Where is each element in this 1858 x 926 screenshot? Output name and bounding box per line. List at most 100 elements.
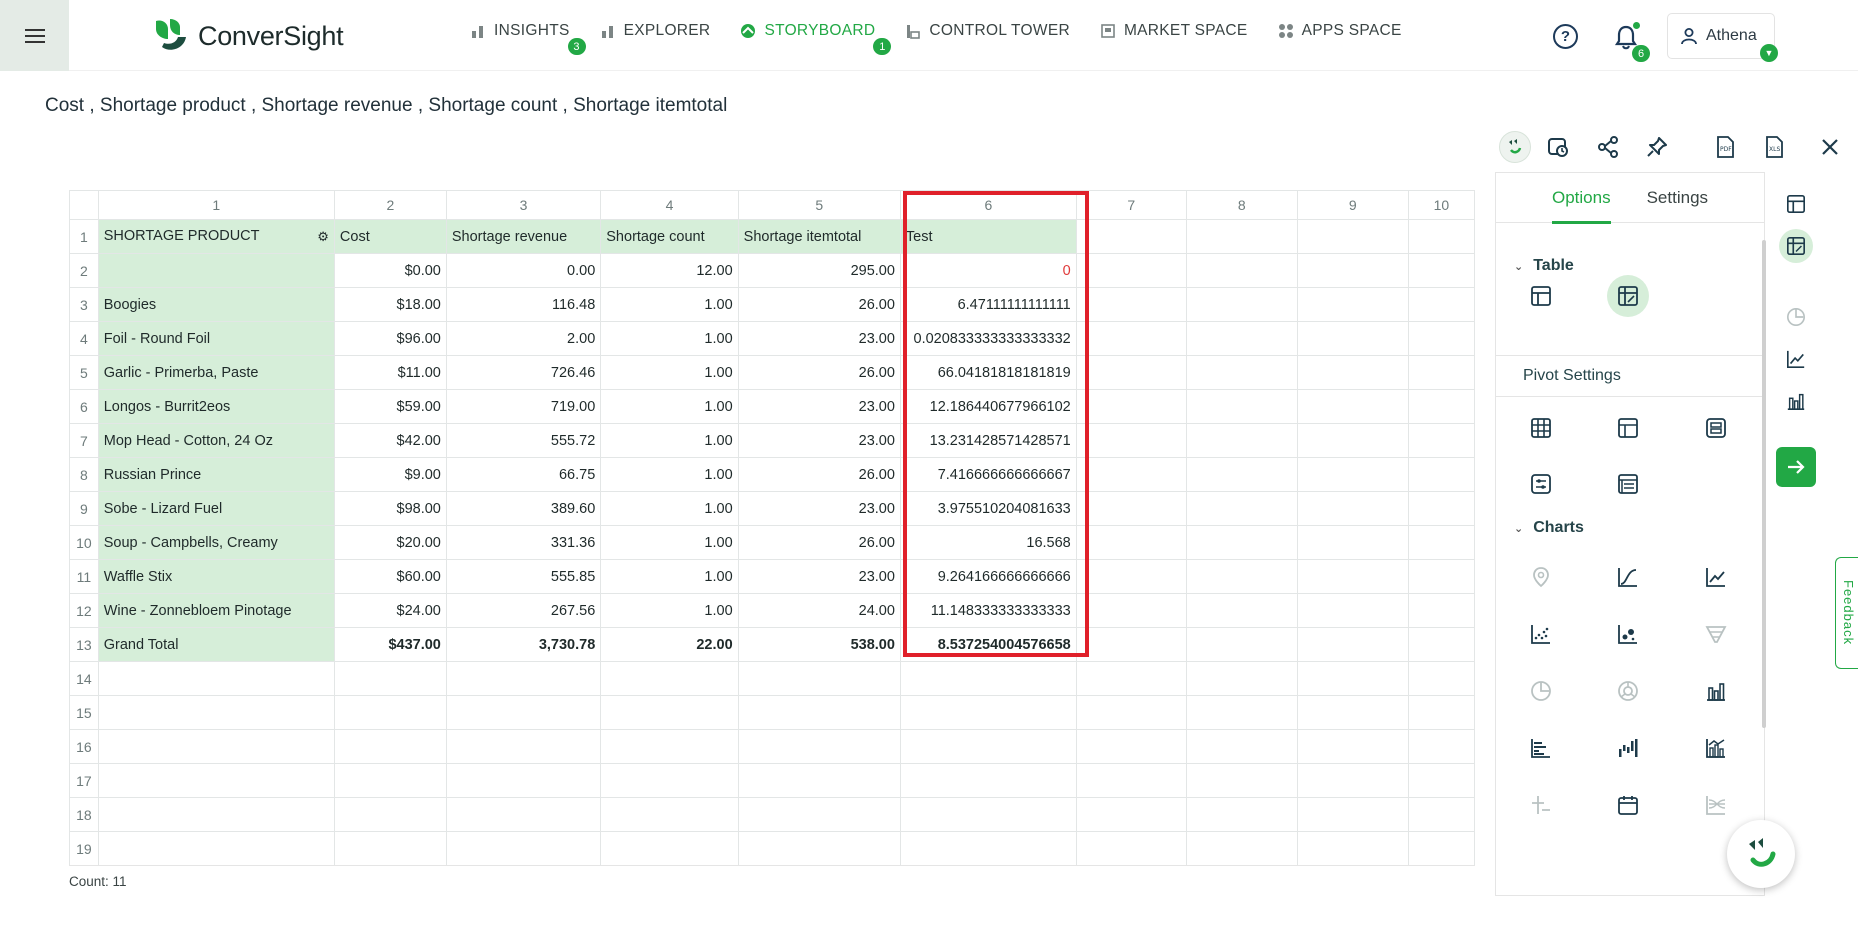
column-header[interactable]: Shortage count	[600, 219, 739, 254]
empty-cell[interactable]	[1296, 593, 1409, 628]
spline-chart-button[interactable]	[1607, 556, 1649, 598]
empty-cell[interactable]	[1185, 389, 1298, 424]
empty-cell[interactable]	[600, 763, 739, 798]
close-button[interactable]	[1814, 131, 1846, 163]
empty-cell[interactable]	[1296, 525, 1409, 560]
sankey-chart-button[interactable]	[1695, 784, 1737, 826]
empty-cell[interactable]	[1296, 253, 1409, 288]
empty-cell[interactable]	[97, 695, 335, 730]
rail-pie-button[interactable]	[1779, 300, 1813, 334]
value-cell[interactable]: 0.020833333333333332	[899, 321, 1077, 356]
table-section-toggle[interactable]: ⌄ Table	[1514, 257, 1574, 275]
row-number[interactable]: 4	[69, 321, 99, 356]
row-number[interactable]: 2	[69, 253, 99, 288]
export-excel-button[interactable]: XLS	[1758, 131, 1790, 163]
value-cell[interactable]: 1.00	[600, 355, 739, 390]
empty-cell[interactable]	[1296, 627, 1409, 662]
rail-column-button[interactable]	[1779, 384, 1813, 418]
empty-cell[interactable]	[1296, 695, 1409, 730]
empty-cell[interactable]	[899, 729, 1077, 764]
row-number[interactable]: 14	[69, 661, 99, 696]
value-cell[interactable]: $11.00	[333, 355, 447, 390]
empty-cell[interactable]	[1185, 627, 1298, 662]
empty-cell[interactable]	[1075, 763, 1187, 798]
empty-cell[interactable]	[1185, 525, 1298, 560]
empty-cell[interactable]	[333, 831, 447, 865]
share-button[interactable]	[1592, 131, 1624, 163]
value-cell[interactable]: 23.00	[737, 423, 901, 458]
empty-cell[interactable]	[1185, 763, 1298, 798]
row-number[interactable]: 15	[69, 695, 99, 730]
empty-cell[interactable]	[1407, 355, 1475, 390]
help-icon[interactable]: ?	[1553, 24, 1578, 49]
feedback-tab[interactable]: Feedback	[1835, 557, 1858, 669]
row-number[interactable]: 17	[69, 763, 99, 798]
empty-cell[interactable]	[1407, 287, 1475, 322]
empty-cell[interactable]	[1075, 695, 1187, 730]
gear-icon[interactable]: ⚙	[317, 229, 329, 245]
value-cell[interactable]: 267.56	[445, 593, 602, 628]
empty-cell[interactable]	[1075, 321, 1187, 356]
value-cell[interactable]: 66.04181818181819	[899, 355, 1077, 390]
empty-cell[interactable]	[1075, 593, 1187, 628]
empty-cell[interactable]	[1075, 627, 1187, 662]
panel-scrollbar[interactable]	[1762, 240, 1766, 728]
empty-cell[interactable]	[1407, 797, 1475, 832]
value-cell[interactable]: 12.186440677966102	[899, 389, 1077, 424]
empty-cell[interactable]	[1075, 559, 1187, 594]
pivot-table-button[interactable]	[1607, 275, 1649, 317]
empty-cell[interactable]	[445, 695, 602, 730]
empty-cell[interactable]	[1075, 355, 1187, 390]
waterfall-chart-button[interactable]	[1607, 727, 1649, 769]
empty-cell[interactable]	[1296, 287, 1409, 322]
value-cell[interactable]: 1.00	[600, 423, 739, 458]
pivot-settings-button[interactable]	[1520, 463, 1562, 505]
empty-cell[interactable]	[333, 797, 447, 832]
empty-cell[interactable]	[1296, 729, 1409, 764]
column-number[interactable]: 9	[1296, 190, 1409, 220]
row-number[interactable]: 5	[69, 355, 99, 390]
value-cell[interactable]: 26.00	[737, 525, 901, 560]
value-cell[interactable]: 26.00	[737, 287, 901, 322]
row-number[interactable]: 9	[69, 491, 99, 526]
row-number[interactable]: 16	[69, 729, 99, 764]
empty-cell[interactable]	[1185, 559, 1298, 594]
empty-cell[interactable]	[1407, 219, 1475, 254]
empty-cell[interactable]	[1296, 457, 1409, 492]
row-label-cell[interactable]: Garlic - Primerba, Paste	[97, 355, 335, 390]
empty-cell[interactable]	[1185, 831, 1298, 865]
empty-cell[interactable]	[1407, 831, 1475, 865]
empty-cell[interactable]	[97, 763, 335, 798]
column-number[interactable]: 4	[600, 190, 739, 220]
value-cell[interactable]: 719.00	[445, 389, 602, 424]
empty-cell[interactable]	[1185, 593, 1298, 628]
value-cell[interactable]: 726.46	[445, 355, 602, 390]
value-cell[interactable]: 66.75	[445, 457, 602, 492]
empty-cell[interactable]	[1075, 525, 1187, 560]
empty-cell[interactable]	[1185, 695, 1298, 730]
apply-button[interactable]	[1776, 447, 1816, 487]
column-number[interactable]: 10	[1407, 190, 1475, 220]
column-header[interactable]: Test	[899, 219, 1077, 254]
empty-cell[interactable]	[1407, 695, 1475, 730]
empty-cell[interactable]	[1296, 831, 1409, 865]
column-number[interactable]: 7	[1075, 190, 1187, 220]
row-label-cell[interactable]: Sobe - Lizard Fuel	[97, 491, 335, 526]
empty-cell[interactable]	[1407, 457, 1475, 492]
value-cell[interactable]: 7.416666666666667	[899, 457, 1077, 492]
column-number[interactable]: 2	[333, 190, 447, 220]
row-number[interactable]: 8	[69, 457, 99, 492]
empty-cell[interactable]	[899, 797, 1077, 832]
empty-cell[interactable]	[1075, 729, 1187, 764]
empty-cell[interactable]	[1407, 253, 1475, 288]
empty-cell[interactable]	[445, 831, 602, 865]
empty-cell[interactable]	[600, 797, 739, 832]
row-number[interactable]: 10	[69, 525, 99, 560]
value-cell[interactable]: 1.00	[600, 593, 739, 628]
column-number[interactable]: 6	[899, 190, 1077, 220]
export-pdf-button[interactable]: PDF	[1709, 131, 1741, 163]
row-label-cell[interactable]: Soup - Campbells, Creamy	[97, 525, 335, 560]
empty-cell[interactable]	[1407, 559, 1475, 594]
schedule-button[interactable]	[1542, 131, 1574, 163]
empty-cell[interactable]	[1185, 355, 1298, 390]
